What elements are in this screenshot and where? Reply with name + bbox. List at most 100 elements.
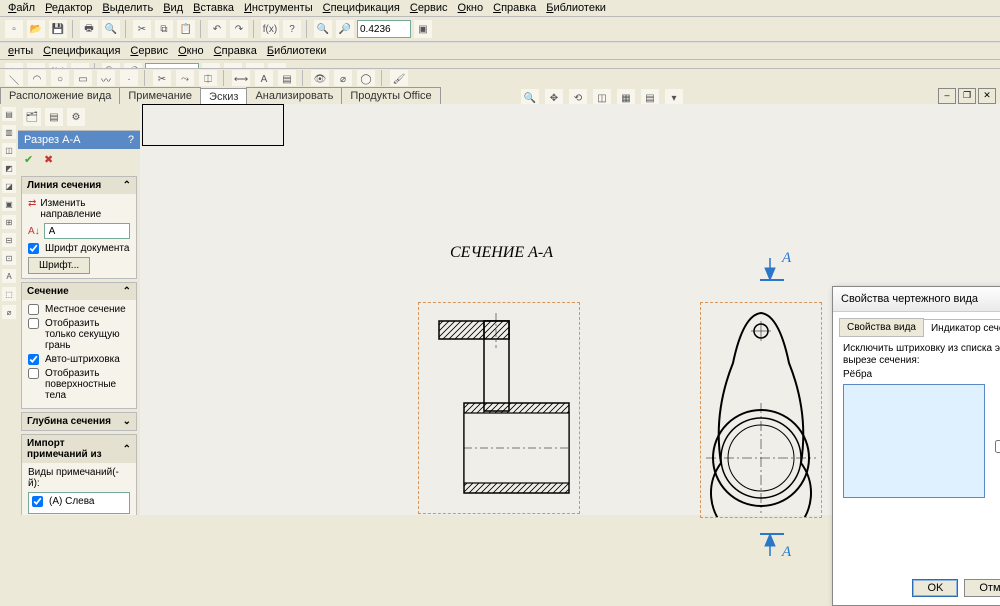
help-icon[interactable]: ? xyxy=(282,19,302,39)
zoom-out-icon[interactable]: 🔎 xyxy=(335,19,355,39)
pm-cancel-button[interactable]: ✖ xyxy=(44,153,60,169)
expand-icon[interactable]: ⌄ xyxy=(123,416,131,427)
zoom-fit-icon[interactable]: ▣ xyxy=(413,19,433,39)
copy-icon[interactable]: ⧉ xyxy=(154,19,174,39)
pm-section-hdr: Сечение xyxy=(27,286,69,297)
print-icon[interactable]: 🖶 xyxy=(79,19,99,39)
ls-6-icon[interactable]: ▣ xyxy=(1,196,17,212)
ls-8-icon[interactable]: ⊟ xyxy=(1,232,17,248)
redo-icon[interactable]: ↷ xyxy=(229,19,249,39)
zoom-input-1[interactable] xyxy=(357,20,411,38)
ribbon-tab[interactable]: Эскиз xyxy=(200,88,247,105)
fx-icon[interactable]: f(x) xyxy=(260,19,280,39)
section-view-b[interactable] xyxy=(700,302,822,518)
dialog-tabs: Свойства видаИндикатор сеченияОтобразить… xyxy=(839,318,1000,337)
restore-button[interactable]: ❐ xyxy=(958,88,976,104)
section-title: СЕЧЕНИЕ А-А xyxy=(450,244,553,262)
pm-tab-conf-icon[interactable]: ⚙ xyxy=(66,107,86,127)
section-view-a[interactable] xyxy=(418,302,580,514)
section-drawing-a xyxy=(419,303,579,513)
pm-tab-feature-icon[interactable]: 🗂 xyxy=(22,107,42,127)
open-icon[interactable]: 📂 xyxy=(26,19,46,39)
pm-help-icon[interactable]: ? xyxy=(128,134,134,146)
a-left-checkbox[interactable] xyxy=(32,496,43,507)
zoom-in-icon[interactable]: 🔍 xyxy=(313,19,333,39)
pm-section-import: Импорт примечаний из⌃ Виды примечаний(-й… xyxy=(21,434,137,515)
ls-4-icon[interactable]: ◩ xyxy=(1,160,17,176)
dialog-body-label2: Рёбра xyxy=(843,369,1000,380)
ls-11-icon[interactable]: ⬚ xyxy=(1,286,17,302)
menu-item[interactable]: Вставка xyxy=(193,2,234,14)
dialog-ok-button[interactable]: OK xyxy=(912,579,958,597)
pm-ok-button[interactable]: ✔ xyxy=(24,153,40,169)
edges-listbox[interactable] xyxy=(843,384,985,498)
pm-section-section: Сечение⌃ Местное сечение Отобразить толь… xyxy=(21,282,137,409)
collapse-icon[interactable]: ⌃ xyxy=(123,444,131,455)
menu-item[interactable]: Вид xyxy=(163,2,183,14)
ls-1-icon[interactable]: ▤ xyxy=(1,106,17,122)
collapse-icon[interactable]: ⌃ xyxy=(123,286,131,297)
pm-tab-prop-icon[interactable]: ▤ xyxy=(44,107,64,127)
ls-12-icon[interactable]: ⌀ xyxy=(1,304,17,320)
menu-item[interactable]: Инструменты xyxy=(244,2,313,14)
pm-header: Разрез A-A ? xyxy=(18,131,140,149)
menu-item[interactable]: Спецификация xyxy=(43,45,120,57)
collapse-icon[interactable]: ⌃ xyxy=(123,180,131,191)
drawing-view-properties-dialog: Свойства чертежного вида 📌 ✕ Свойства ви… xyxy=(832,286,1000,606)
minimize-button[interactable]: – xyxy=(938,88,956,104)
dialog-tab[interactable]: Индикатор сечения xyxy=(923,319,1000,337)
surface-checkbox[interactable] xyxy=(28,368,39,379)
ls-10-icon[interactable]: A xyxy=(1,268,17,284)
pm-import-hdr: Импорт примечаний из xyxy=(27,438,123,460)
menu-item[interactable]: Библиотеки xyxy=(267,45,327,57)
menu-item[interactable]: Библиотеки xyxy=(546,2,606,14)
ribbon-tab[interactable]: Продукты Office xyxy=(341,87,440,104)
font-button[interactable]: Шрифт... xyxy=(28,257,90,274)
save-icon[interactable]: 💾 xyxy=(48,19,68,39)
menu-item[interactable]: Справка xyxy=(493,2,536,14)
cut-icon[interactable]: ✂ xyxy=(132,19,152,39)
ribbon-tab[interactable]: Примечание xyxy=(119,87,201,104)
local-section-checkbox[interactable] xyxy=(28,304,39,315)
menu-item[interactable]: Окно xyxy=(458,2,484,14)
ribbon-tab[interactable]: Анализировать xyxy=(246,87,342,104)
dialog-title-text: Свойства чертежного вида xyxy=(841,293,978,305)
autohatch-checkbox[interactable] xyxy=(28,354,39,365)
menu-item[interactable]: Окно xyxy=(178,45,204,57)
menu-item[interactable]: енты xyxy=(8,45,33,57)
menu-item[interactable]: Сервис xyxy=(130,45,168,57)
sheet-frame-corner xyxy=(142,104,284,146)
menu-bar-2: енты Спецификация Сервис Окно Справка Библиот… xyxy=(0,42,1000,60)
menu-item[interactable]: Файл xyxy=(8,2,35,14)
ls-2-icon[interactable]: ▥ xyxy=(1,124,17,140)
ls-3-icon[interactable]: ◫ xyxy=(1,142,17,158)
section-label-input[interactable] xyxy=(44,223,130,239)
change-direction-button[interactable]: ⇄Изменить направление xyxy=(28,198,130,220)
reverse-direction-checkbox[interactable] xyxy=(995,440,1000,453)
doc-font-checkbox[interactable] xyxy=(28,243,39,254)
dialog-titlebar[interactable]: Свойства чертежного вида 📌 ✕ xyxy=(833,287,1000,312)
close-button[interactable]: ✕ xyxy=(978,88,996,104)
ls-5-icon[interactable]: ◪ xyxy=(1,178,17,194)
undo-icon[interactable]: ↶ xyxy=(207,19,227,39)
menu-item[interactable]: Справка xyxy=(214,45,257,57)
dialog-cancel-button[interactable]: Отмена xyxy=(964,579,1000,597)
left-vertical-toolbar: ▤ ▥ ◫ ◩ ◪ ▣ ⊞ ⊟ ⊡ A ⬚ ⌀ xyxy=(0,104,19,515)
new-icon[interactable]: ▫ xyxy=(4,19,24,39)
ribbon-tab[interactable]: Расположение вида xyxy=(0,87,120,104)
show-only-checkbox[interactable] xyxy=(28,318,39,329)
pm-section-depth: Глубина сечения⌄ xyxy=(21,412,137,431)
drawing-canvas[interactable]: СЕЧЕНИЕ А-А xyxy=(140,104,1000,515)
ls-7-icon[interactable]: ⊞ xyxy=(1,214,17,230)
menu-bar-1: Файл Редактор Выделить Вид Вставка Инструмент… xyxy=(0,0,1000,17)
menu-item[interactable]: Сервис xyxy=(410,2,448,14)
preview-icon[interactable]: 🔍 xyxy=(101,19,121,39)
menu-item[interactable]: Спецификация xyxy=(323,2,400,14)
menu-item[interactable]: Редактор xyxy=(45,2,92,14)
ls-9-icon[interactable]: ⊡ xyxy=(1,250,17,266)
dialog-tab[interactable]: Свойства вида xyxy=(839,318,924,336)
paste-icon[interactable]: 📋 xyxy=(176,19,196,39)
section-arrow-bottom: A xyxy=(756,532,796,562)
menu-item[interactable]: Выделить xyxy=(102,2,153,14)
property-manager: 🗂 ▤ ⚙ Разрез A-A ? ✔ ✖ Линия сечения⌃ ⇄И… xyxy=(18,104,141,515)
